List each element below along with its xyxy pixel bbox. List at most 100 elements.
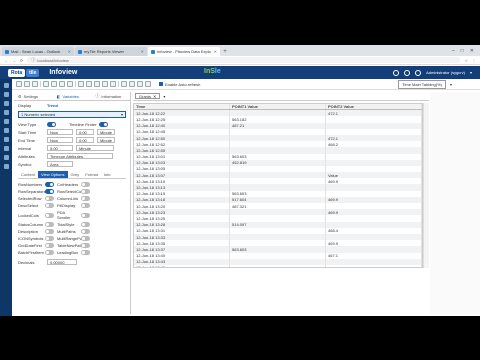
table-icon[interactable] xyxy=(121,81,127,87)
filter-icon[interactable] xyxy=(145,81,151,87)
display-value[interactable]: Trend xyxy=(47,103,58,108)
start-offset-input[interactable]: 0:00 xyxy=(76,129,94,135)
option-toggle[interactable] xyxy=(81,229,90,234)
option-toggle[interactable] xyxy=(45,236,54,241)
pause-icon[interactable] xyxy=(86,81,92,87)
close-tab-icon[interactable]: ✕ xyxy=(141,49,144,54)
auto-refresh-toggle[interactable]: Enable Auto-refresh xyxy=(159,82,200,87)
option-toggle[interactable] xyxy=(81,182,90,187)
option-toggle[interactable] xyxy=(81,189,90,194)
subtab-grey[interactable]: Grey xyxy=(68,171,83,178)
start-unit-select[interactable]: Minute xyxy=(97,129,115,135)
nav-home-icon[interactable] xyxy=(3,83,9,88)
tab-information[interactable]: ⓘ Information xyxy=(91,92,130,100)
auto-refresh-checkbox[interactable] xyxy=(159,82,163,86)
close-icon[interactable]: ✕ xyxy=(153,94,156,99)
view-type-toggle[interactable] xyxy=(47,121,56,127)
settings-icon[interactable] xyxy=(404,69,411,76)
address-field[interactable]: ⓘ localhost/infoview xyxy=(27,57,461,63)
product-select[interactable]: 1 Numeric selected ▾ xyxy=(18,111,126,118)
tab-grants[interactable]: Grants ✕ xyxy=(135,93,161,99)
zoom-in-icon[interactable] xyxy=(59,81,65,87)
browser-tab-infoview[interactable]: Infoview - Pitoview Data Explo ✕ xyxy=(148,47,220,56)
decimals-input[interactable]: 0.00000 xyxy=(47,259,77,265)
undo-icon[interactable] xyxy=(43,81,49,87)
option-toggle[interactable] xyxy=(45,212,54,218)
user-name[interactable]: Administrator (sygcrv) xyxy=(426,70,465,75)
column-header[interactable]: POINT1 Value xyxy=(230,104,326,110)
end-unit-select[interactable]: Minute xyxy=(97,137,115,143)
nav-table-icon[interactable] xyxy=(3,101,9,106)
nav-alarm-icon[interactable] xyxy=(3,119,9,124)
export-icon[interactable] xyxy=(102,81,108,87)
attributes-select[interactable]: Timecue Attributes xyxy=(47,153,113,159)
menu-icon[interactable]: ⋮ xyxy=(472,58,476,63)
option-toggle[interactable] xyxy=(81,222,90,227)
subtab-format[interactable]: Format xyxy=(82,171,101,178)
close-tab-icon[interactable]: ✕ xyxy=(214,49,217,54)
timeline-toggle[interactable] xyxy=(99,121,109,127)
interval-unit-select[interactable]: Minute xyxy=(76,145,114,151)
chart-icon[interactable] xyxy=(129,81,135,87)
option-toggle[interactable] xyxy=(81,236,90,241)
grid-icon[interactable] xyxy=(137,81,143,87)
user-menu-icon[interactable]: ▾ xyxy=(470,70,472,75)
end-offset-input[interactable]: 0:00 xyxy=(76,137,94,143)
option-toggle[interactable] xyxy=(81,212,90,218)
print-icon[interactable] xyxy=(110,81,116,87)
start-time-select[interactable]: Now xyxy=(47,129,73,135)
nav-report-icon[interactable] xyxy=(3,110,9,115)
option-toggle[interactable] xyxy=(45,189,54,194)
option-toggle[interactable] xyxy=(45,222,54,227)
tab-menu-icon[interactable]: ▾ xyxy=(163,94,165,99)
minimize-icon[interactable]: – xyxy=(452,48,455,54)
tab-variables[interactable]: ◧ Variables xyxy=(53,92,92,100)
browser-tab-mail[interactable]: Mail - Sean Lucas - Outlook ✕ xyxy=(2,47,74,56)
zoom-out-icon[interactable] xyxy=(67,81,73,87)
subtab-content[interactable]: Content xyxy=(18,171,38,178)
save-icon[interactable] xyxy=(32,81,38,87)
interval-input[interactable]: 5:00 xyxy=(47,145,73,151)
table-row[interactable]: 12-Jun-18 13:45 xyxy=(134,264,422,267)
nav-settings-icon[interactable] xyxy=(3,164,9,169)
close-window-icon[interactable]: ✕ xyxy=(470,48,474,54)
subtab-view-options[interactable]: View Options xyxy=(38,171,68,178)
star-icon[interactable]: ☆ xyxy=(464,58,468,63)
option-toggle[interactable] xyxy=(45,203,54,208)
symbol-select[interactable]: Area xyxy=(47,161,73,167)
new-tab-button[interactable]: + xyxy=(221,47,229,56)
open-icon[interactable] xyxy=(24,81,30,87)
option-toggle[interactable] xyxy=(81,203,90,208)
option-toggle[interactable] xyxy=(45,182,54,187)
reload-icon[interactable]: ⟳ xyxy=(20,58,23,63)
option-toggle[interactable] xyxy=(45,250,54,255)
column-header[interactable]: Time xyxy=(134,104,230,110)
redo-icon[interactable] xyxy=(51,81,57,87)
column-header[interactable]: POINT2 Value xyxy=(326,104,422,110)
option-toggle[interactable] xyxy=(45,196,54,201)
subtab-info[interactable]: Info xyxy=(101,171,114,178)
browser-tab-reports[interactable]: myTile Reports Viewer ✕ xyxy=(75,47,147,56)
close-tab-icon[interactable]: ✕ xyxy=(68,49,71,54)
play-icon[interactable] xyxy=(78,81,84,87)
notifications-icon[interactable] xyxy=(415,69,422,76)
back-icon[interactable]: ← xyxy=(4,58,8,63)
option-toggle[interactable] xyxy=(81,196,90,201)
refresh-icon[interactable] xyxy=(94,81,100,87)
option-toggle[interactable] xyxy=(45,243,54,248)
chevron-down-icon[interactable]: ▾ xyxy=(450,82,452,87)
nav-admin-icon[interactable] xyxy=(3,146,9,151)
time-tabbing-select[interactable]: Time Main Tabbing(%) xyxy=(398,79,446,89)
new-icon[interactable] xyxy=(16,81,22,87)
maximize-icon[interactable]: □ xyxy=(461,48,464,54)
grid-scrollbar[interactable] xyxy=(423,103,429,268)
nav-user-icon[interactable] xyxy=(3,137,9,142)
option-toggle[interactable] xyxy=(45,229,54,234)
nav-trend-icon[interactable] xyxy=(3,92,9,97)
end-time-select[interactable]: Now xyxy=(47,137,73,143)
forward-icon[interactable]: → xyxy=(12,58,16,63)
help-icon[interactable] xyxy=(393,69,400,76)
nav-help-icon[interactable] xyxy=(3,155,9,160)
option-toggle[interactable] xyxy=(81,250,90,255)
tab-settings[interactable]: ⚙ Settings xyxy=(14,92,53,100)
